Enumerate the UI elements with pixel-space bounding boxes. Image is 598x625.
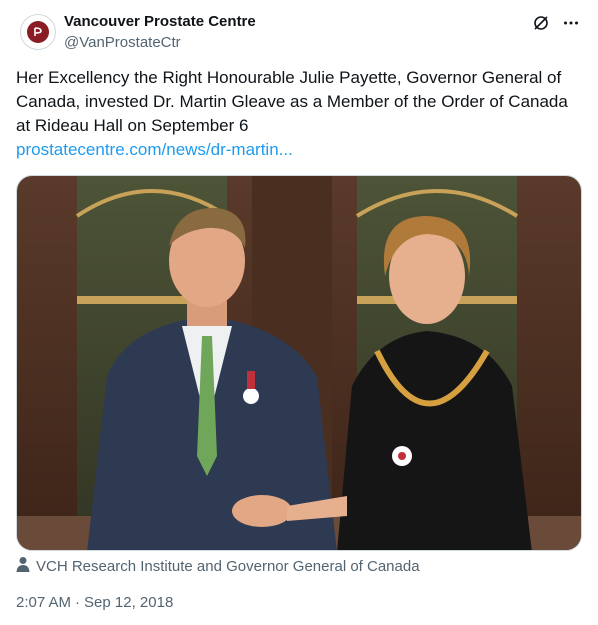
tweet-header: Vancouver Prostate Centre @VanProstateCt… [16,10,582,54]
tweet-photo[interactable] [16,175,582,551]
grok-icon[interactable] [530,12,552,34]
caption-text[interactable]: VCH Research Institute and Governor Gene… [36,558,420,575]
tweet-date[interactable]: Sep 12, 2018 [84,594,173,611]
header-actions [530,12,582,34]
display-name[interactable]: Vancouver Prostate Centre [64,12,256,32]
timestamp-separator: · [75,594,81,611]
tweet-link[interactable]: prostatecentre.com/news/dr-martin... [16,140,293,159]
more-icon[interactable] [560,12,582,34]
logo-icon [27,21,49,43]
author-names: Vancouver Prostate Centre @VanProstateCt… [64,12,256,53]
person-icon [16,556,30,576]
tweet-time[interactable]: 2:07 AM [16,594,71,611]
handle[interactable]: @VanProstateCtr [64,33,256,53]
tweet-timestamp: 2:07 AM · Sep 12, 2018 [16,594,173,611]
avatar[interactable] [20,14,56,50]
photo-caption: VCH Research Institute and Governor Gene… [16,556,420,576]
tweet-body: Her Excellency the Right Honourable Juli… [16,66,582,162]
photo-image [17,176,581,550]
tweet-text: Her Excellency the Right Honourable Juli… [16,68,568,135]
